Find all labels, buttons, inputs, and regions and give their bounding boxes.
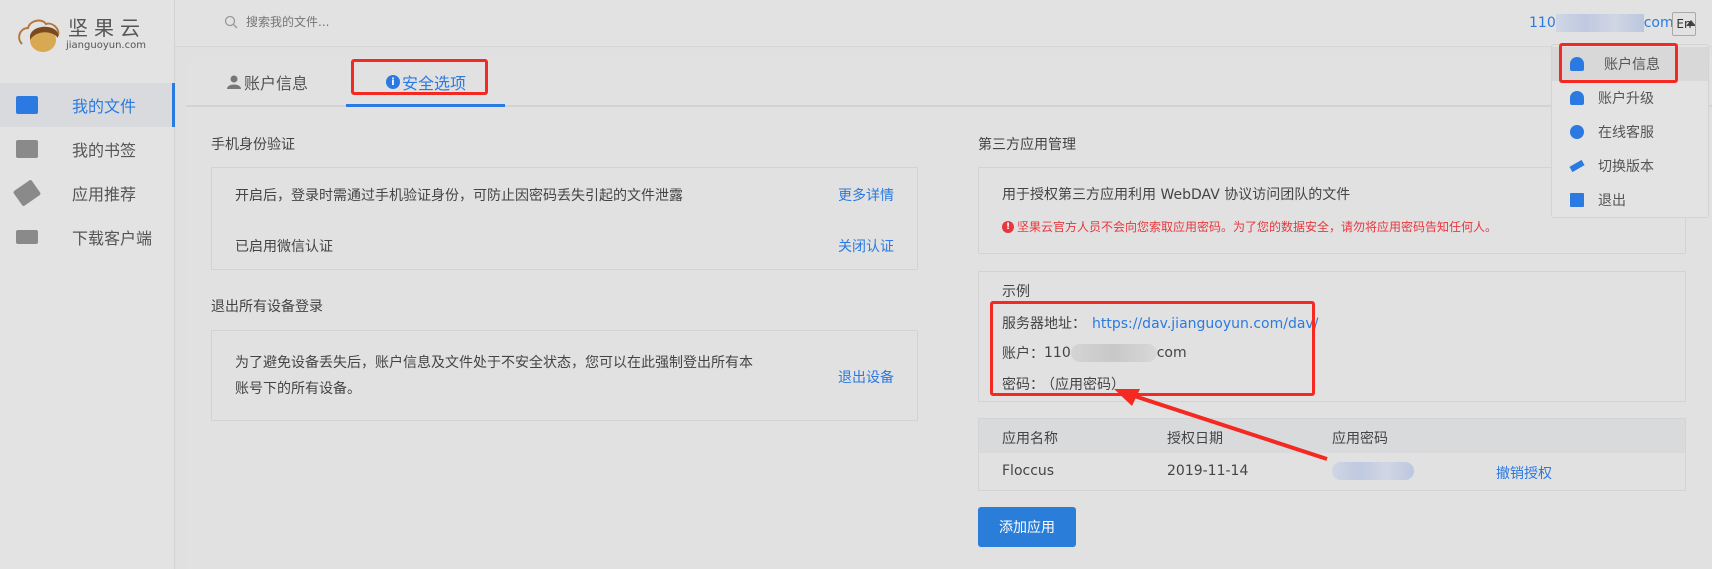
sidebar-item-bookmarks[interactable]: 我的书签 (0, 127, 175, 171)
menu-item-label: 切换版本 (1598, 159, 1654, 175)
highlight-box (351, 59, 488, 95)
active-tab-indicator (346, 104, 505, 107)
third-party-desc: 用于授权第三方应用利用 WebDAV 协议访问团队的文件 (1002, 187, 1351, 203)
redacted-app-password (1332, 462, 1414, 480)
section-title-mobile: 手机身份验证 (211, 137, 295, 153)
logout-desc-line1: 为了避免设备丢失后，账户信息及文件处于不安全状态，您可以在此强制登出所有本 (235, 355, 753, 371)
alert-icon: ! (1002, 220, 1014, 233)
tag-icon (12, 179, 42, 207)
column-header: 应用密码 (1332, 431, 1388, 447)
sidebar-item-apps[interactable]: 应用推荐 (0, 171, 175, 215)
logout-box (211, 330, 918, 421)
search-box[interactable] (224, 15, 624, 29)
menu-item-label: 账户升级 (1598, 91, 1654, 107)
bookmark-icon (16, 140, 38, 158)
switch-arrows-icon (1569, 159, 1585, 173)
sidebar-item-label: 下载客户端 (72, 229, 153, 248)
redacted-email (1555, 14, 1644, 32)
folder-icon (16, 96, 38, 114)
logout-devices-link[interactable]: 退出设备 (838, 367, 894, 387)
more-details-link[interactable]: 更多详情 (838, 185, 894, 205)
mobile-desc: 开启后，登录时需通过手机验证身份，可防止因密码丢失引起的文件泄露 (235, 188, 683, 204)
search-icon (224, 15, 238, 29)
monitor-icon (16, 230, 38, 244)
wechat-status: 已启用微信认证 (235, 239, 333, 255)
add-app-button[interactable]: 添加应用 (978, 507, 1076, 547)
warning-message: ! 坚果云官方人员不会向您索取应用密码。为了您的数据安全，请勿将应用密码告知任何人… (1002, 218, 1497, 235)
sidebar-item-label: 应用推荐 (72, 185, 137, 204)
example-title: 示例 (1002, 284, 1030, 300)
tab-label: 账户信息 (244, 74, 309, 93)
tab-account-info[interactable]: 账户信息 (226, 70, 308, 94)
app-name: Floccus (1002, 463, 1055, 479)
acorn-logo-icon (18, 19, 60, 52)
email-prefix: 110 (1529, 15, 1556, 31)
exit-door-icon (1570, 193, 1584, 207)
email-suffix: com (1643, 15, 1674, 31)
logo[interactable]: 坚果云 jianguoyun.com (16, 12, 156, 54)
close-verify-link[interactable]: 关闭认证 (838, 236, 894, 256)
menu-item-logout[interactable]: 退出 (1552, 183, 1708, 217)
sidebar: 坚果云 jianguoyun.com 我的文件 我的书签 应用推荐 下载客户端 (0, 0, 175, 569)
headset-icon (1570, 125, 1584, 139)
sidebar-item-label: 我的书签 (72, 141, 137, 160)
menu-item-label: 在线客服 (1598, 125, 1654, 141)
logo-text: 坚果云 (68, 16, 146, 40)
user-icon (227, 75, 241, 89)
language-button[interactable]: En (1672, 12, 1696, 36)
menu-item-label: 退出 (1598, 193, 1626, 209)
menu-item-upgrade[interactable]: 账户升级 (1552, 81, 1708, 115)
logout-desc-line2: 账号下的所有设备。 (235, 381, 361, 397)
warning-text: 坚果云官方人员不会向您索取应用密码。为了您的数据安全，请勿将应用密码告知任何人。 (1017, 220, 1498, 234)
sidebar-item-download-client[interactable]: 下载客户端 (0, 215, 175, 259)
section-title-third-party: 第三方应用管理 (978, 137, 1076, 153)
sidebar-item-label: 我的文件 (72, 97, 137, 116)
highlight-box (1559, 43, 1678, 83)
menu-item-support[interactable]: 在线客服 (1552, 115, 1708, 149)
column-header: 应用名称 (1002, 431, 1058, 447)
user-email-dropdown[interactable]: 110 com (1529, 14, 1696, 32)
annotation-arrow (1114, 389, 1328, 461)
user-upgrade-icon (1570, 91, 1584, 105)
section-title-logout: 退出所有设备登录 (211, 299, 323, 315)
search-input[interactable] (246, 15, 546, 29)
logo-domain: jianguoyun.com (66, 40, 146, 51)
sidebar-item-my-files[interactable]: 我的文件 (0, 83, 175, 127)
revoke-auth-link[interactable]: 撤销授权 (1496, 463, 1552, 483)
menu-item-switch-version[interactable]: 切换版本 (1552, 149, 1708, 183)
